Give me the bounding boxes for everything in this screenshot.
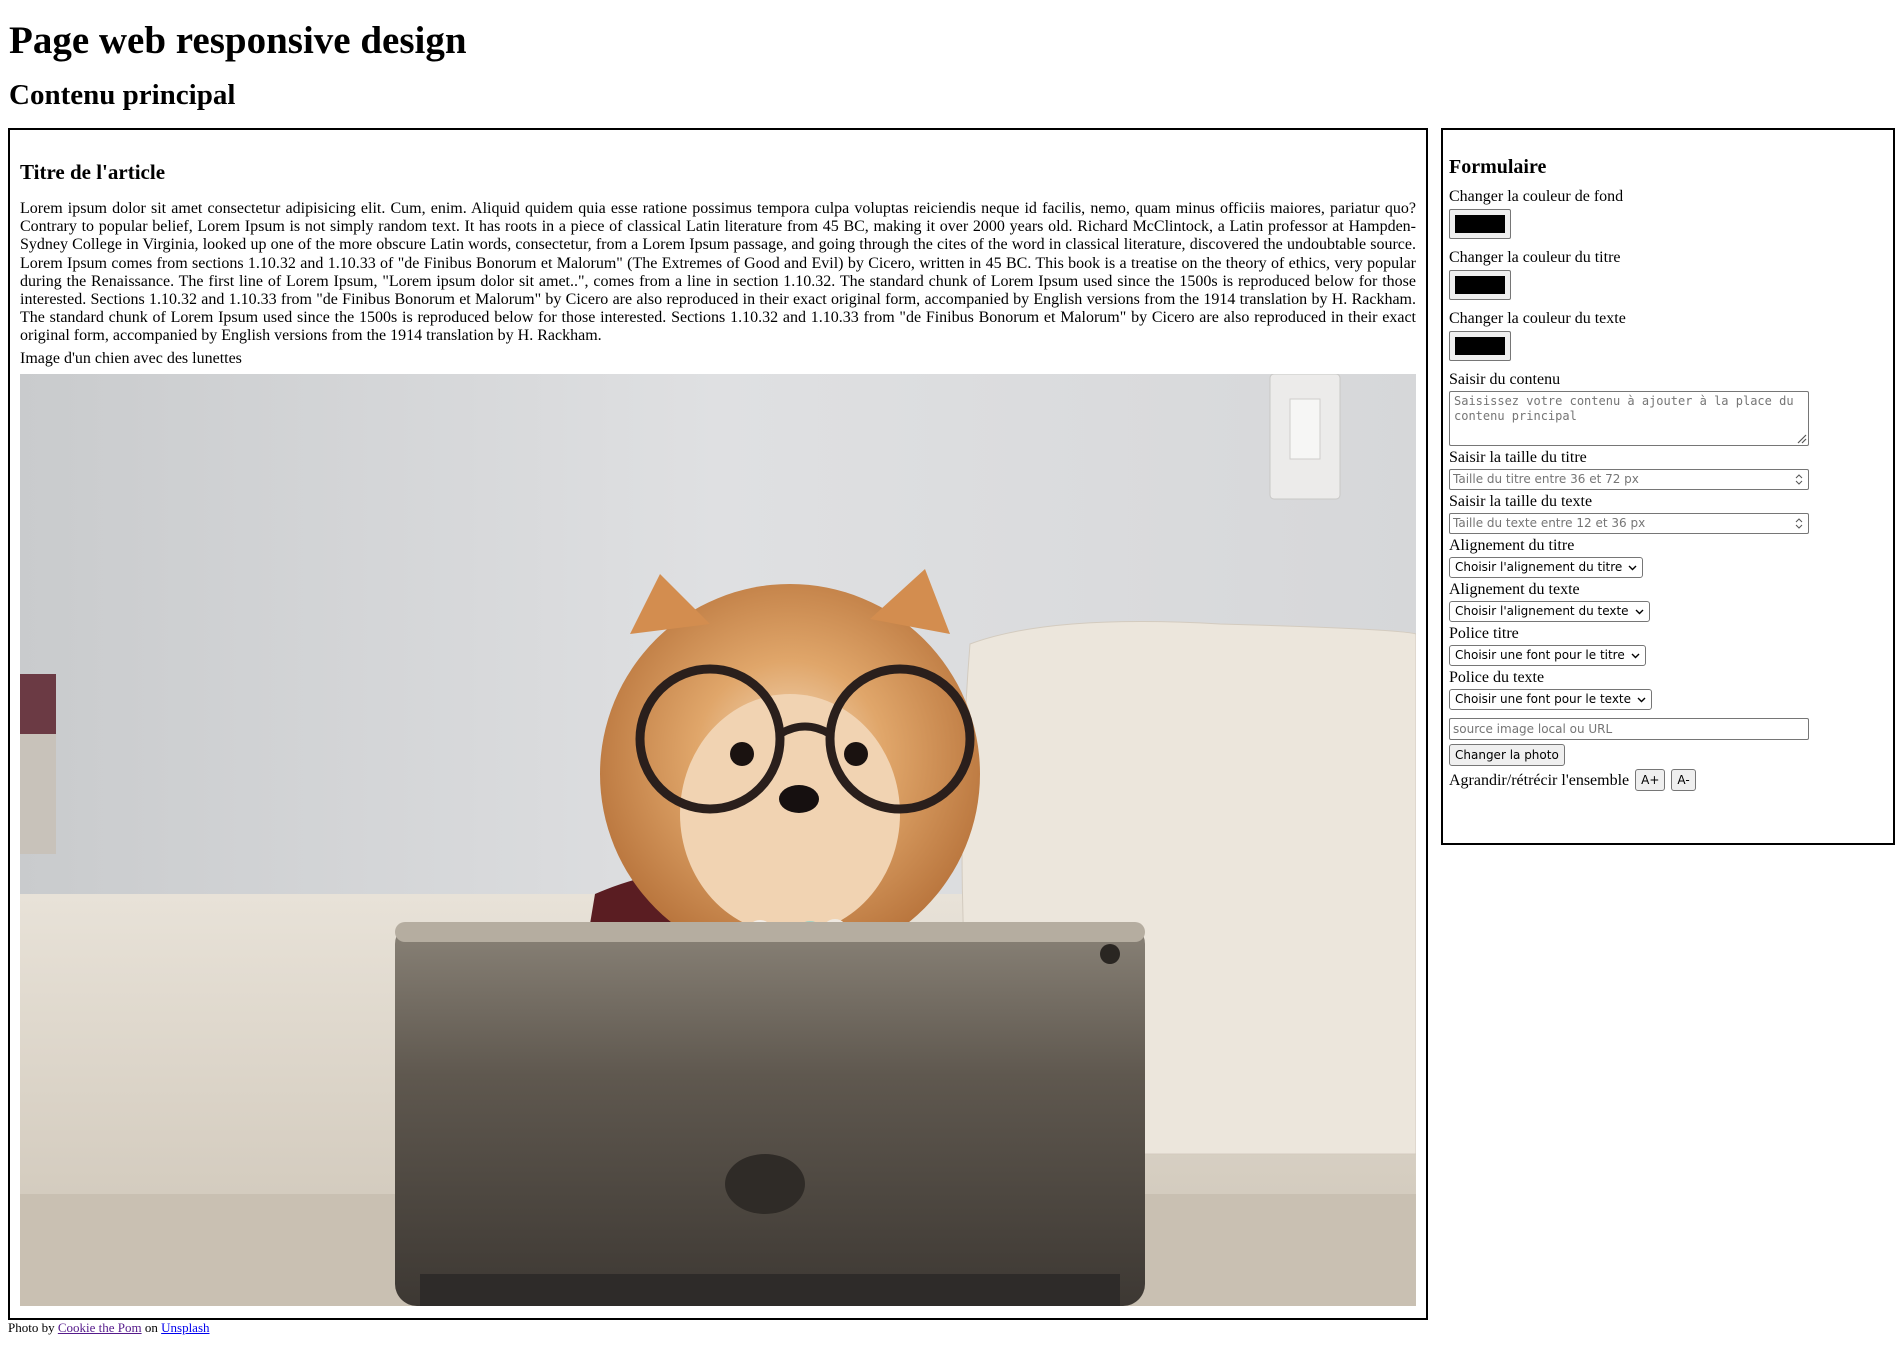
title-align-label: Alignement du titre — [1449, 537, 1575, 554]
text-align-selected: Choisir l'alignement du texte — [1455, 604, 1629, 618]
resize-grip-icon[interactable] — [1795, 432, 1807, 444]
title-font-label: Police titre — [1449, 625, 1519, 642]
chevron-down-icon — [1635, 609, 1644, 615]
image-source-input[interactable]: source image local ou URL — [1449, 718, 1809, 740]
text-color-picker[interactable] — [1449, 331, 1511, 361]
title-font-selected: Choisir une font pour le titre — [1455, 648, 1625, 662]
title-color-swatch — [1455, 276, 1505, 294]
dog-photo — [20, 374, 1416, 1306]
text-font-selected: Choisir une font pour le texte — [1455, 692, 1632, 706]
title-align-select[interactable]: Choisir l'alignement du titre — [1449, 557, 1644, 578]
zoom-in-button[interactable]: A+ — [1635, 769, 1666, 791]
photo-credit: Photo by Cookie the Pom on Unsplash — [8, 1320, 210, 1336]
form-panel: Formulaire Changer la couleur de fond Ch… — [1441, 128, 1895, 845]
spinner-icon[interactable] — [1793, 472, 1805, 487]
page-subtitle: Contenu principal — [9, 79, 236, 111]
zoom-label: Agrandir/rétrécir l'ensemble — [1449, 772, 1630, 789]
title-color-label: Changer la couleur du titre — [1449, 249, 1621, 266]
text-color-swatch — [1455, 337, 1505, 355]
title-align-selected: Choisir l'alignement du titre — [1455, 560, 1623, 574]
image-caption: Image d'un chien avec des lunettes — [20, 349, 242, 367]
content-label: Saisir du contenu — [1449, 371, 1561, 388]
text-font-label: Police du texte — [1449, 669, 1545, 686]
spinner-icon[interactable] — [1793, 516, 1805, 531]
change-photo-button[interactable]: Changer la photo — [1449, 744, 1565, 766]
text-align-select[interactable]: Choisir l'alignement du texte — [1449, 601, 1650, 622]
title-color-picker[interactable] — [1449, 270, 1511, 300]
text-size-input[interactable]: Taille du texte entre 12 et 36 px — [1449, 513, 1809, 534]
image-source-placeholder: source image local ou URL — [1453, 722, 1613, 736]
chevron-down-icon — [1628, 565, 1637, 571]
form-title: Formulaire — [1449, 156, 1547, 178]
article-text: Lorem ipsum dolor sit amet consectetur a… — [20, 200, 1416, 345]
text-color-label: Changer la couleur du texte — [1449, 310, 1626, 327]
author-link[interactable]: Cookie the Pom — [58, 1320, 142, 1335]
content-row: Titre de l'article Lorem ipsum dolor sit… — [8, 128, 1895, 1320]
chevron-down-icon — [1631, 653, 1640, 659]
text-font-select[interactable]: Choisir une font pour le texte — [1449, 689, 1653, 710]
text-size-label: Saisir la taille du texte — [1449, 493, 1593, 510]
zoom-row: Agrandir/rétrécir l'ensemble A+ A- — [1449, 769, 1887, 793]
content-placeholder: Saisissez votre contenu à ajouter à la p… — [1454, 394, 1794, 423]
zoom-out-button[interactable]: A- — [1671, 769, 1696, 791]
page: Page web responsive design Contenu princ… — [0, 0, 1903, 1345]
content-textarea[interactable]: Saisissez votre contenu à ajouter à la p… — [1449, 391, 1809, 446]
title-size-label: Saisir la taille du titre — [1449, 449, 1587, 466]
bg-color-swatch — [1455, 215, 1505, 233]
page-title: Page web responsive design — [9, 19, 467, 62]
credit-prefix: Photo by — [8, 1320, 55, 1335]
article-section: Titre de l'article Lorem ipsum dolor sit… — [8, 128, 1428, 1320]
text-size-placeholder: Taille du texte entre 12 et 36 px — [1453, 516, 1646, 530]
bg-color-picker[interactable] — [1449, 209, 1511, 239]
title-size-placeholder: Taille du titre entre 36 et 72 px — [1453, 472, 1639, 486]
unsplash-link[interactable]: Unsplash — [161, 1320, 209, 1335]
credit-middle: on — [144, 1320, 158, 1335]
chevron-down-icon — [1637, 697, 1646, 703]
article-title: Titre de l'article — [20, 160, 166, 184]
bg-color-label: Changer la couleur de fond — [1449, 188, 1624, 205]
title-font-select[interactable]: Choisir une font pour le titre — [1449, 645, 1646, 666]
text-align-label: Alignement du texte — [1449, 581, 1580, 598]
title-size-input[interactable]: Taille du titre entre 36 et 72 px — [1449, 469, 1809, 490]
